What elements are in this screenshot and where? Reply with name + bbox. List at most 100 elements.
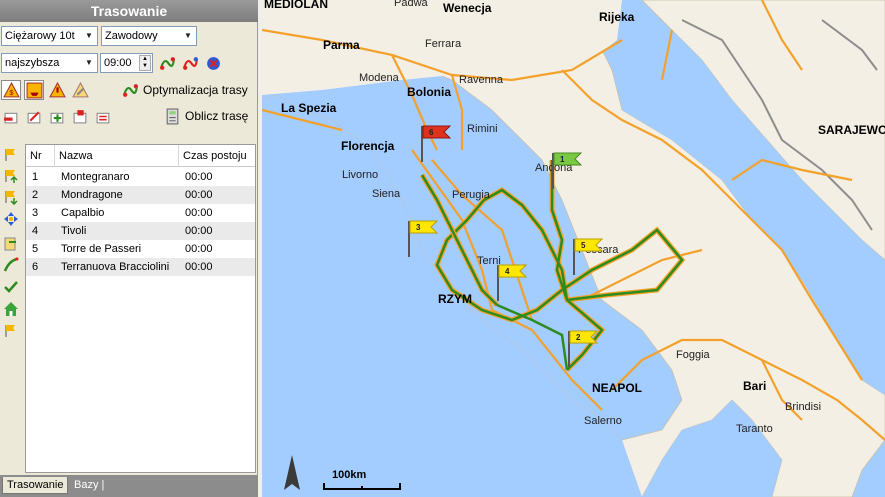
highway-warning-toggle[interactable] — [47, 80, 67, 100]
panel-title: Trasowanie — [0, 0, 258, 22]
table-row[interactable]: 1 Montegranaro 00:00 — [26, 168, 255, 186]
vehicle-select-value: Ciężarowy 10t — [5, 30, 75, 42]
table-cell-name: Tivoli — [61, 225, 87, 237]
city-label: Padwa — [394, 0, 428, 9]
city-label: SARAJEWO — [818, 123, 885, 137]
city-label: Bari — [743, 379, 767, 393]
import-waypoints-icon[interactable] — [2, 234, 20, 252]
table-cell-stop: 00:00 — [185, 189, 213, 201]
route-variant-icon[interactable] — [180, 53, 200, 73]
column-header-name[interactable]: Nazwa — [55, 145, 179, 167]
table-cell-nr: 4 — [32, 225, 39, 237]
toll-warning-toggle[interactable]: $ — [1, 80, 21, 100]
calculate-route-button[interactable]: Oblicz trasę — [164, 106, 248, 126]
table-cell-nr: 2 — [32, 189, 39, 201]
time-spinner[interactable]: ▲ ▼ — [139, 55, 151, 71]
profile-select[interactable]: Zawodowy ▼ — [101, 26, 197, 46]
column-header-nr[interactable]: Nr — [26, 145, 55, 167]
waypoint-down-icon[interactable] — [2, 188, 20, 206]
yellow-flag-icon — [573, 238, 604, 275]
table-cell-name: Mondragone — [61, 189, 123, 201]
home-icon[interactable] — [2, 300, 20, 318]
city-label: Taranto — [736, 423, 773, 435]
red-flag-icon — [421, 125, 452, 162]
panel-tabs: Trasowanie Bazy | — [0, 475, 258, 497]
waypoint-flag-2[interactable]: 2 — [565, 329, 601, 369]
city-label: Bolonia — [407, 85, 451, 99]
check-route-icon[interactable] — [2, 278, 20, 296]
yellow-flag-icon — [408, 220, 439, 257]
city-label: Siena — [372, 188, 401, 200]
chevron-down-icon: ▼ — [184, 31, 192, 40]
calculator-icon — [166, 108, 179, 124]
city-label: Modena — [359, 72, 399, 84]
city-label: Foggia — [676, 349, 710, 361]
route-tool-icon[interactable] — [2, 256, 20, 274]
waypoint-flag-number: 5 — [581, 241, 586, 250]
waypoint-top-icon[interactable] — [2, 146, 20, 164]
city-label: NEAPOL — [592, 381, 643, 395]
ferry-warning-toggle[interactable] — [24, 80, 44, 100]
city-label: Parma — [323, 38, 360, 52]
waypoint-flag-number: 2 — [576, 333, 581, 342]
waypoint-flag-6[interactable]: 6 — [418, 124, 454, 164]
waypoint-list-icon[interactable] — [93, 106, 113, 126]
city-label: La Spezia — [281, 101, 337, 115]
chevron-down-icon: ▼ — [85, 58, 93, 67]
waypoint-flag-number: 6 — [429, 128, 434, 137]
delete-waypoint-icon[interactable] — [1, 106, 21, 126]
table-cell-nr: 1 — [32, 171, 39, 183]
waypoint-flag-number: 4 — [505, 267, 510, 276]
start-time-value: 09:00 — [104, 57, 132, 69]
table-cell-stop: 00:00 — [185, 207, 213, 219]
table-cell-nr: 6 — [32, 261, 39, 273]
city-label: Brindisi — [785, 401, 822, 413]
flag-icon[interactable] — [2, 322, 20, 340]
table-cell-stop: 00:00 — [185, 261, 213, 273]
waypoint-properties-icon[interactable] — [70, 106, 90, 126]
start-time-input[interactable]: 09:00 ▲ ▼ — [100, 53, 153, 73]
table-row[interactable]: 3 Capalbio 00:00 — [26, 204, 255, 222]
vehicle-select[interactable]: Ciężarowy 10t ▼ — [1, 26, 98, 46]
route-clear-icon[interactable] — [203, 53, 223, 73]
waypoint-flag-1[interactable]: 1 — [549, 151, 585, 191]
table-row[interactable]: 6 Terranuova Bracciolini 00:00 — [26, 258, 255, 276]
road-warning-toggle[interactable] — [70, 80, 90, 100]
table-cell-name: Torre de Passeri — [61, 243, 142, 255]
waypoint-up-icon[interactable] — [2, 167, 20, 185]
table-cell-stop: 00:00 — [185, 225, 213, 237]
edit-waypoint-icon[interactable] — [24, 106, 44, 126]
profile-select-value: Zawodowy — [105, 30, 158, 42]
add-waypoint-icon[interactable] — [47, 106, 67, 126]
move-waypoint-icon[interactable] — [2, 210, 20, 228]
column-header-stop[interactable]: Czas postoju — [179, 145, 255, 167]
table-cell-name: Montegranaro — [61, 171, 130, 183]
optimize-route-label: Optymalizacja trasy — [143, 83, 248, 97]
table-cell-nr: 5 — [32, 243, 39, 255]
city-label: Wenecja — [443, 1, 492, 15]
waypoint-table: Nr Nazwa Czas postoju 1 Montegranaro 00:00… — [25, 144, 256, 473]
table-row[interactable]: 4 Tivoli 00:00 — [26, 222, 255, 240]
city-label: Salerno — [584, 415, 622, 427]
waypoint-flag-5[interactable]: 5 — [570, 237, 606, 277]
city-label: MEDIOLAN — [264, 0, 328, 11]
green-flag-icon — [552, 152, 583, 189]
table-row[interactable]: 5 Torre de Passeri 00:00 — [26, 240, 255, 258]
waypoint-flag-number: 1 — [560, 155, 565, 164]
route-mode-select[interactable]: najszybsza ▼ — [1, 53, 98, 73]
table-cell-nr: 3 — [32, 207, 39, 219]
table-row[interactable]: 2 Mondragone 00:00 — [26, 186, 255, 204]
yellow-flag-icon — [497, 264, 528, 301]
city-label: Ferrara — [425, 38, 462, 50]
tab-routing[interactable]: Trasowanie — [2, 477, 69, 494]
optimize-route-button[interactable]: Optymalizacja trasy — [122, 80, 248, 100]
city-label: Rimini — [467, 123, 498, 135]
waypoint-flag-3[interactable]: 3 — [405, 219, 441, 259]
city-label: Ravenna — [459, 74, 504, 86]
city-label: Perugia — [452, 189, 490, 201]
route-settings-icon[interactable] — [157, 53, 177, 73]
tab-bases[interactable]: Bazy | — [70, 477, 108, 494]
chevron-down-icon: ▼ — [85, 31, 93, 40]
map-view[interactable]: MEDIOLAN Padwa Wenecja Rijeka Parma Ferr… — [262, 0, 885, 497]
waypoint-flag-4[interactable]: 4 — [494, 263, 530, 303]
